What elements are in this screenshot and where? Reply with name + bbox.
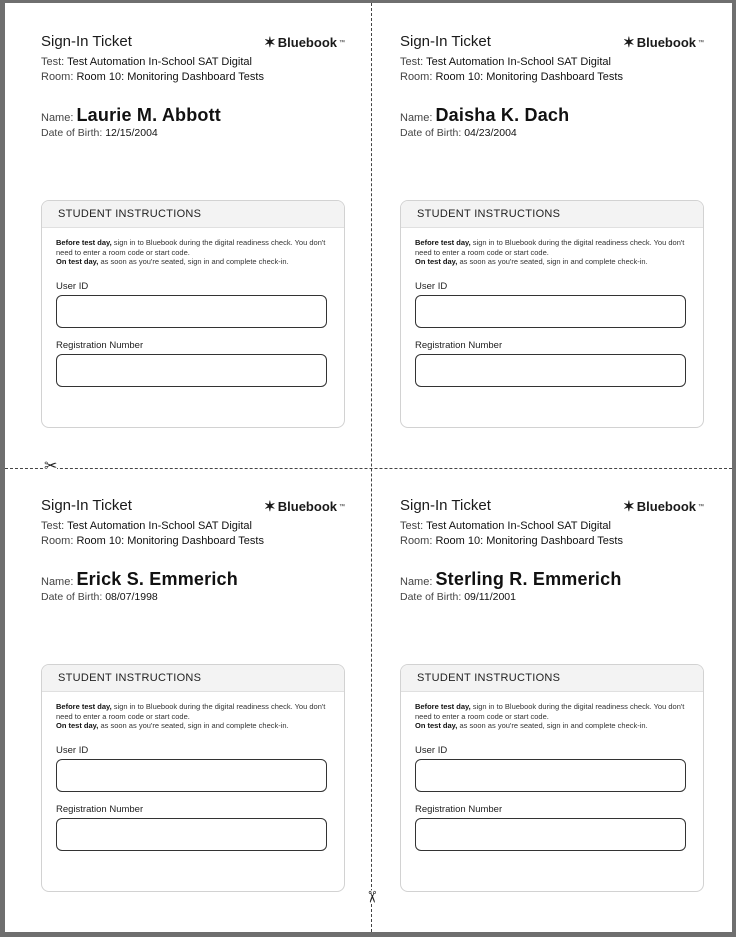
ticket-title: Sign-In Ticket xyxy=(41,33,132,50)
user-id-label: User ID xyxy=(56,744,89,756)
user-id-field xyxy=(56,294,327,328)
bluebook-logo-icon: ✶ xyxy=(264,34,276,50)
ticket-title: Sign-In Ticket xyxy=(400,33,491,50)
student-name-value: Erick S. Emmerich xyxy=(76,569,238,589)
test-line: Test: Test Automation In-School SAT Digi… xyxy=(400,56,611,68)
bluebook-logo-icon: ✶ xyxy=(623,498,635,514)
brand-logo: ✶ Bluebook ™ xyxy=(264,34,345,50)
date-of-birth: Date of Birth: 08/07/1998 xyxy=(41,591,158,603)
instructions-text: Before test day, sign in to Bluebook dur… xyxy=(56,702,326,730)
date-of-birth: Date of Birth: 04/23/2004 xyxy=(400,127,517,139)
student-instructions-panel: STUDENT INSTRUCTIONS Before test day, si… xyxy=(400,200,704,428)
scissors-icon: ✂ xyxy=(362,890,380,904)
bluebook-logo-icon: ✶ xyxy=(623,34,635,50)
brand-name: Bluebook xyxy=(636,499,696,514)
instructions-text: Before test day, sign in to Bluebook dur… xyxy=(56,238,326,266)
user-id-field xyxy=(56,758,327,792)
brand-logo: ✶ Bluebook ™ xyxy=(623,34,704,50)
date-of-birth-value: 09/11/2001 xyxy=(464,591,516,603)
test-name: Test Automation In-School SAT Digital xyxy=(426,56,611,68)
room-name: Room 10: Monitoring Dashboard Tests xyxy=(76,535,264,547)
student-instructions-panel: STUDENT INSTRUCTIONS Before test day, si… xyxy=(41,664,345,892)
room-line: Room: Room 10: Monitoring Dashboard Test… xyxy=(41,71,264,83)
room-line: Room: Room 10: Monitoring Dashboard Test… xyxy=(400,71,623,83)
instructions-text: Before test day, sign in to Bluebook dur… xyxy=(415,702,685,730)
ticket-card: Sign-In Ticket ✶ Bluebook ™ Test: Test Aut… xyxy=(400,497,710,932)
user-id-label: User ID xyxy=(56,280,89,292)
brand-logo: ✶ Bluebook ™ xyxy=(623,498,704,514)
user-id-label: User ID xyxy=(415,280,448,292)
date-of-birth-value: 04/23/2004 xyxy=(464,127,517,139)
student-instructions-panel: STUDENT INSTRUCTIONS Before test day, si… xyxy=(41,200,345,428)
date-of-birth: Date of Birth: 09/11/2001 xyxy=(400,591,516,603)
user-id-field xyxy=(415,758,686,792)
student-name: Name: Sterling R. Emmerich xyxy=(400,569,622,589)
room-line: Room: Room 10: Monitoring Dashboard Test… xyxy=(400,535,623,547)
date-of-birth-value: 12/15/2004 xyxy=(105,127,158,139)
test-line: Test: Test Automation In-School SAT Digi… xyxy=(41,56,252,68)
room-name: Room 10: Monitoring Dashboard Tests xyxy=(435,535,623,547)
student-instructions-panel: STUDENT INSTRUCTIONS Before test day, si… xyxy=(400,664,704,892)
test-name: Test Automation In-School SAT Digital xyxy=(67,56,252,68)
sign-in-ticket-sheet: ✂ ✂ Sign-In Ticket ✶ Bluebook ™ Test: Test… xyxy=(5,3,732,932)
student-name: Name: Erick S. Emmerich xyxy=(41,569,238,589)
brand-logo: ✶ Bluebook ™ xyxy=(264,498,345,514)
student-name-value: Sterling R. Emmerich xyxy=(435,569,622,589)
registration-number-label: Registration Number xyxy=(415,339,503,351)
ticket-card: Sign-In Ticket ✶ Bluebook ™ Test: Test Aut… xyxy=(41,33,351,473)
registration-number-field xyxy=(56,817,327,851)
student-name-value: Laurie M. Abbott xyxy=(76,105,221,125)
registration-number-label: Registration Number xyxy=(56,803,144,815)
brand-name: Bluebook xyxy=(277,35,337,50)
registration-number-label: Registration Number xyxy=(415,803,503,815)
date-of-birth: Date of Birth: 12/15/2004 xyxy=(41,127,158,139)
test-name: Test Automation In-School SAT Digital xyxy=(67,520,252,532)
instructions-heading: STUDENT INSTRUCTIONS xyxy=(401,201,703,228)
room-line: Room: Room 10: Monitoring Dashboard Test… xyxy=(41,535,264,547)
student-name: Name: Daisha K. Dach xyxy=(400,105,570,125)
test-line: Test: Test Automation In-School SAT Digi… xyxy=(41,520,252,532)
test-name: Test Automation In-School SAT Digital xyxy=(426,520,611,532)
registration-number-field xyxy=(415,353,686,387)
instructions-heading: STUDENT INSTRUCTIONS xyxy=(401,665,703,692)
test-line: Test: Test Automation In-School SAT Digi… xyxy=(400,520,611,532)
brand-name: Bluebook xyxy=(636,35,696,50)
registration-number-field xyxy=(415,817,686,851)
brand-name: Bluebook xyxy=(277,499,337,514)
ticket-card: Sign-In Ticket ✶ Bluebook ™ Test: Test Aut… xyxy=(41,497,351,932)
date-of-birth-value: 08/07/1998 xyxy=(105,591,158,603)
user-id-label: User ID xyxy=(415,744,448,756)
ticket-title: Sign-In Ticket xyxy=(41,497,132,514)
student-name: Name: Laurie M. Abbott xyxy=(41,105,221,125)
bluebook-logo-icon: ✶ xyxy=(264,498,276,514)
instructions-heading: STUDENT INSTRUCTIONS xyxy=(42,201,344,228)
registration-number-field xyxy=(56,353,327,387)
user-id-field xyxy=(415,294,686,328)
ticket-card: Sign-In Ticket ✶ Bluebook ™ Test: Test Aut… xyxy=(400,33,710,473)
instructions-heading: STUDENT INSTRUCTIONS xyxy=(42,665,344,692)
student-name-value: Daisha K. Dach xyxy=(435,105,570,125)
ticket-title: Sign-In Ticket xyxy=(400,497,491,514)
room-name: Room 10: Monitoring Dashboard Tests xyxy=(435,71,623,83)
registration-number-label: Registration Number xyxy=(56,339,144,351)
room-name: Room 10: Monitoring Dashboard Tests xyxy=(76,71,264,83)
instructions-text: Before test day, sign in to Bluebook dur… xyxy=(415,238,685,266)
